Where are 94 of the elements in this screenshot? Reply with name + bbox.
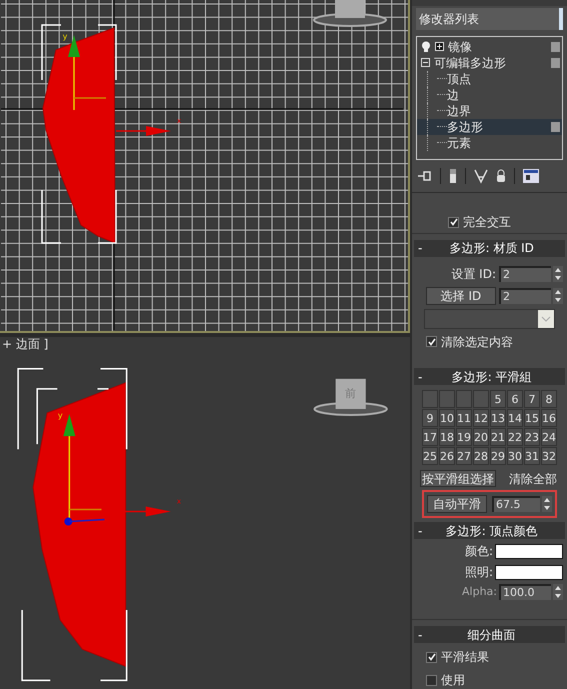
check-icon [450,218,458,226]
rollout-title: 多边形: 顶点颜色 [444,524,539,537]
rollout-title: 多边形: 材质 ID [448,242,535,254]
smoothing-group-button[interactable]: 17 [422,428,438,446]
collapse-sign: - [418,524,422,537]
collapse-icon[interactable] [421,58,430,68]
panel-button[interactable]: 按平滑组选择 [420,470,496,488]
field-label: 设置 ID: [451,266,496,283]
smoothing-group-button[interactable]: 9 [422,409,438,428]
rollout-title: 多边形: 平滑組 [450,370,533,383]
stack-subitem[interactable]: 边 [417,86,562,103]
smoothing-group-button[interactable]: 23 [524,428,540,446]
axis-label: y [62,32,68,41]
panel-button[interactable]: 清除全部 [507,470,559,488]
smoothing-group-button[interactable]: 18 [439,428,455,446]
number-field[interactable]: 2 [499,266,551,282]
smoothing-group-button[interactable]: 8 [541,390,557,408]
stack-subitem[interactable]: 元素 [417,134,562,151]
smoothing-group-button[interactable]: 7 [524,390,540,408]
check-icon [428,338,436,346]
smoothing-group-button[interactable]: 29 [490,447,506,466]
check-icon [428,653,436,662]
smoothing-group-button[interactable]: 24 [541,428,557,446]
field-label: 颜色: [464,543,493,560]
collapse-sign: - [418,370,422,383]
smoothing-group-button[interactable]: 32 [541,447,557,466]
viewport-label[interactable]: + 边面 ] [2,338,48,350]
stack-item[interactable]: 可编辑多边形 [434,56,547,69]
pin-icon[interactable] [418,170,432,182]
checkbox-label: 清除选定内容 [441,334,513,351]
field-label: 照明: [464,564,493,582]
checkbox[interactable] [426,652,437,663]
spinner-arrows-icon[interactable] [553,266,563,282]
axis-label: y [58,411,63,420]
smoothing-group-button[interactable]: 15 [524,409,540,428]
view-cube-drawing[interactable] [314,378,388,416]
color-swatch[interactable] [495,564,563,580]
spinner-arrows-icon[interactable] [553,288,563,304]
smoothing-group-button[interactable]: 16 [541,409,557,428]
smoothing-group-button[interactable]: 22 [507,428,523,446]
smoothing-group-button[interactable]: 31 [524,447,540,466]
fork-icon[interactable] [474,168,488,184]
rollout-header[interactable]: - 多边形: 顶点颜色 [414,522,565,540]
smoothing-group-button[interactable]: 6 [507,390,523,408]
checkbox-label: 平滑结果 [441,649,489,666]
smoothing-group-button[interactable]: 26 [439,447,455,466]
checkbox[interactable] [448,216,459,228]
transform-gizmo-drawing[interactable] [68,35,171,136]
field-label: Alpha: [462,584,497,600]
configure-icon[interactable] [523,168,539,183]
stack-subitem[interactable]: 顶点 [417,70,562,87]
toggle-square[interactable] [551,42,560,52]
rollout-header[interactable]: - 多边形: 平滑組 [414,368,565,386]
panel-button[interactable]: 选择 ID [426,286,496,305]
smoothing-group-button[interactable]: 11 [456,409,472,428]
number-field[interactable]: 67.5 [492,496,540,512]
smoothing-group-button[interactable]: 14 [507,409,523,428]
panel-button[interactable]: 自动平滑 [427,495,487,514]
spinner-arrows-icon[interactable] [553,584,563,600]
rollout-header[interactable]: - 细分曲面 [414,626,565,644]
transform-gizmo-drawing[interactable] [63,414,171,526]
smoothing-group-button[interactable]: 12 [473,409,489,428]
checkbox[interactable] [426,336,437,348]
stack-bar-icon[interactable] [449,168,457,184]
checkbox[interactable] [426,674,437,686]
rollout-header[interactable]: - 多边形: 材质 ID [414,240,565,257]
number-field[interactable]: 2 [499,288,551,304]
checkbox-label: 使用 [441,672,465,689]
view-cube-drawing[interactable] [313,0,387,27]
dropdown-field[interactable] [424,308,555,329]
smoothing-group-button[interactable]: 21 [490,428,506,446]
smoothing-group-button[interactable]: 5 [490,390,506,408]
stack-item[interactable]: 镜像 [448,40,547,53]
spinner-arrows-icon[interactable] [542,496,552,512]
smoothing-group-button[interactable]: 20 [473,428,489,446]
toggle-square[interactable] [551,58,560,68]
rollout-title: 细分曲面 [466,628,517,641]
smoothing-group-button[interactable]: 28 [473,447,489,466]
smoothing-group-button[interactable]: 27 [456,447,472,466]
smoothing-group-button[interactable]: 30 [507,447,523,466]
collapse-sign: - [418,242,422,254]
smoothing-group-button[interactable]: 10 [439,409,455,428]
stack-subitem[interactable]: 多边形 [417,118,562,135]
smoothing-group-button[interactable]: 19 [456,428,472,446]
modifier-list-dropdown[interactable]: 修改器列表 [416,8,563,30]
light-bulb-icon[interactable] [421,40,431,53]
smoothing-group-button[interactable]: 13 [490,409,506,428]
padlock-icon[interactable] [496,168,506,183]
collapse-sign: - [418,628,422,641]
smoothing-group-button[interactable]: 25 [422,447,438,466]
number-field[interactable]: 100.0 [499,584,551,600]
color-swatch[interactable] [495,544,563,559]
checkbox-label: 完全交互 [463,214,511,232]
expand-icon[interactable] [435,42,444,52]
